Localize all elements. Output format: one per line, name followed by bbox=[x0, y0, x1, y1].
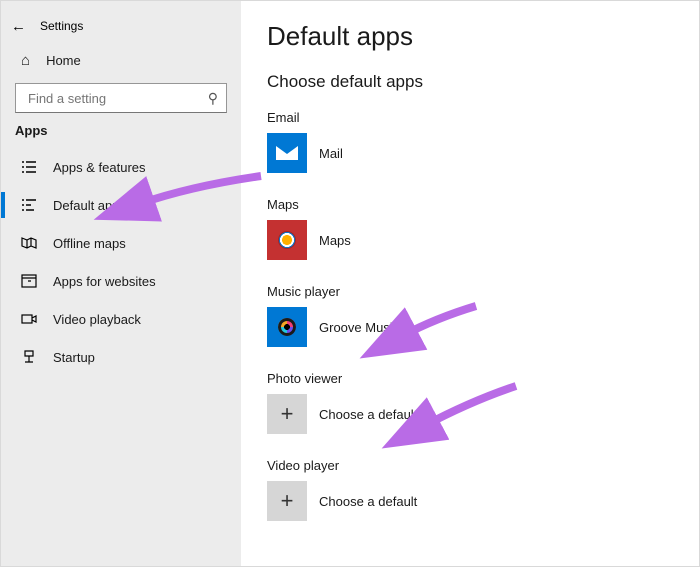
window-title: Settings bbox=[40, 19, 83, 33]
mail-icon bbox=[267, 133, 307, 173]
search-input[interactable] bbox=[26, 90, 208, 107]
settings-window: ← Settings ⌂ Home ⚲ Apps Apps & features bbox=[0, 0, 700, 567]
app-tile-video-default[interactable]: + Choose a default bbox=[267, 481, 699, 521]
category-music: Music player Groove Music bbox=[267, 284, 699, 347]
category-maps: Maps Maps bbox=[267, 197, 699, 260]
app-tile-maps[interactable]: Maps bbox=[267, 220, 699, 260]
nav-label: Default apps bbox=[53, 198, 126, 213]
nav-home[interactable]: ⌂ Home bbox=[1, 41, 241, 79]
plus-icon: + bbox=[267, 481, 307, 521]
app-tile-groove[interactable]: Groove Music bbox=[267, 307, 699, 347]
main-content: Default apps Choose default apps Email M… bbox=[241, 1, 699, 566]
nav-apps-for-websites[interactable]: Apps for websites bbox=[1, 262, 241, 300]
back-icon[interactable]: ← bbox=[11, 18, 26, 35]
plus-icon: + bbox=[267, 394, 307, 434]
nav-label: Video playback bbox=[53, 312, 141, 327]
search-icon: ⚲ bbox=[208, 90, 218, 107]
default-apps-icon bbox=[21, 197, 37, 213]
category-label: Music player bbox=[267, 284, 699, 299]
category-email: Email Mail bbox=[267, 110, 699, 173]
sub-heading: Choose default apps bbox=[267, 72, 699, 92]
app-tile-photo-default[interactable]: + Choose a default bbox=[267, 394, 699, 434]
startup-icon bbox=[21, 349, 37, 365]
nav-default-apps[interactable]: Default apps bbox=[1, 186, 241, 224]
search-box[interactable]: ⚲ bbox=[15, 83, 227, 113]
sidebar-section-title: Apps bbox=[1, 123, 241, 144]
category-label: Maps bbox=[267, 197, 699, 212]
nav-list: Apps & features Default apps Offline map… bbox=[1, 148, 241, 376]
nav-label: Offline maps bbox=[53, 236, 126, 251]
app-tile-mail[interactable]: Mail bbox=[267, 133, 699, 173]
nav-video-playback[interactable]: Video playback bbox=[1, 300, 241, 338]
home-label: Home bbox=[46, 53, 81, 68]
web-apps-icon bbox=[21, 273, 37, 289]
search-wrap: ⚲ bbox=[1, 79, 241, 123]
maps-icon bbox=[267, 220, 307, 260]
nav-label: Startup bbox=[53, 350, 95, 365]
nav-label: Apps & features bbox=[53, 160, 146, 175]
map-icon bbox=[21, 235, 37, 251]
nav-startup[interactable]: Startup bbox=[1, 338, 241, 376]
home-icon: ⌂ bbox=[21, 52, 30, 69]
list-icon bbox=[21, 159, 37, 175]
category-label: Email bbox=[267, 110, 699, 125]
app-name: Groove Music bbox=[319, 320, 399, 335]
nav-offline-maps[interactable]: Offline maps bbox=[1, 224, 241, 262]
sidebar: ← Settings ⌂ Home ⚲ Apps Apps & features bbox=[1, 1, 241, 566]
app-name: Choose a default bbox=[319, 407, 417, 422]
app-name: Maps bbox=[319, 233, 351, 248]
video-icon bbox=[21, 311, 37, 327]
page-title: Default apps bbox=[267, 21, 699, 52]
category-photo: Photo viewer + Choose a default bbox=[267, 371, 699, 434]
category-video: Video player + Choose a default bbox=[267, 458, 699, 521]
titlebar: ← Settings bbox=[1, 11, 241, 41]
nav-apps-features[interactable]: Apps & features bbox=[1, 148, 241, 186]
app-name: Mail bbox=[319, 146, 343, 161]
app-name: Choose a default bbox=[319, 494, 417, 509]
groove-icon bbox=[267, 307, 307, 347]
category-label: Photo viewer bbox=[267, 371, 699, 386]
nav-label: Apps for websites bbox=[53, 274, 156, 289]
category-label: Video player bbox=[267, 458, 699, 473]
